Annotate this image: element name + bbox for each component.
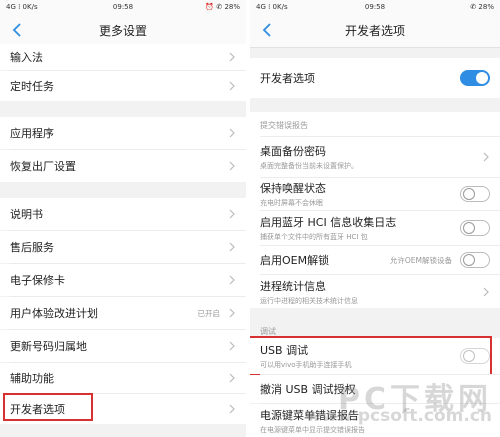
- status-time: 09:58: [112, 2, 134, 11]
- settings-item-manual[interactable]: 说明书: [0, 198, 246, 230]
- watermark-url: www.pcsoft.com.cn: [305, 406, 492, 426]
- chevron-right-icon: [228, 80, 236, 92]
- status-signal: 4G ⁞ 0K/s: [6, 2, 38, 11]
- oem-unlock-toggle[interactable]: [460, 252, 490, 268]
- chevron-right-icon: [228, 160, 236, 172]
- item-label: 辅助功能: [10, 372, 54, 385]
- item-status: 已开启: [197, 308, 221, 318]
- item-label: USB 调试: [260, 344, 309, 357]
- chevron-left-icon: [12, 23, 21, 37]
- settings-item-accessibility[interactable]: 辅助功能: [0, 363, 246, 393]
- title-bar: 更多设置: [0, 13, 246, 48]
- toggle-knob: [476, 72, 488, 84]
- toggle-knob: [463, 254, 475, 266]
- chevron-right-icon: [228, 241, 236, 253]
- item-subtitle: 充电时屏幕不会休眠: [260, 199, 323, 207]
- item-label: 用户体验改进计划: [10, 307, 98, 320]
- chevron-right-icon: [228, 127, 236, 139]
- chevron-left-icon: [262, 23, 271, 37]
- settings-item-factory-reset[interactable]: 恢复出厂设置: [0, 150, 246, 182]
- chevron-right-icon: [228, 274, 236, 286]
- status-time: 09:58: [364, 2, 386, 11]
- item-label: 开发者选项: [10, 403, 65, 416]
- chevron-right-icon: [228, 340, 236, 352]
- status-bar: 4G ⁞ 0K/s 09:58 ⏰ ✆ 28%: [0, 0, 246, 13]
- settings-item-ux-program[interactable]: 用户体验改进计划 已开启: [0, 297, 246, 329]
- settings-item-backup-password[interactable]: 桌面备份密码 桌面完整备份当前未设置保护。: [250, 137, 500, 177]
- item-label: 启用OEM解锁: [260, 254, 330, 267]
- settings-item-input-method[interactable]: 输入法: [0, 44, 246, 70]
- item-label: 开发者选项: [260, 72, 315, 85]
- settings-item-number-location[interactable]: 更新号码归属地: [0, 330, 246, 362]
- toggle-knob: [463, 188, 475, 200]
- item-label: 电子保修卡: [10, 274, 65, 287]
- chevron-right-icon: [228, 307, 236, 319]
- item-label: 桌面备份密码: [260, 145, 326, 158]
- item-label: 更新号码归属地: [10, 340, 87, 353]
- item-label: 说明书: [10, 208, 43, 221]
- back-button[interactable]: [8, 21, 26, 39]
- developer-options-screen: 4G ⁞ 0K/s 09:58 ✆ 28% 开发者选项 开发者选项 提交错误报告…: [250, 0, 500, 437]
- item-label: 定时任务: [10, 80, 54, 93]
- title-bar: 开发者选项: [250, 13, 500, 48]
- chevron-right-icon: [228, 372, 236, 384]
- settings-item-oem-unlock[interactable]: 启用OEM解锁 允许OEM解锁设备: [250, 246, 500, 274]
- settings-item-usb-debugging[interactable]: USB 调试 可以用vivo手机助手连接手机: [250, 338, 500, 374]
- item-label: 进程统计信息: [260, 280, 326, 293]
- settings-item-warranty-card[interactable]: 电子保修卡: [0, 264, 246, 296]
- debug-section-label: 调试: [260, 327, 276, 336]
- toggle-knob: [463, 350, 475, 362]
- item-subtitle: 捕获单个文件中的所有蓝牙 HCI 包: [260, 233, 368, 241]
- item-label: 启用蓝牙 HCI 信息收集日志: [260, 216, 397, 229]
- chevron-right-icon: [228, 208, 236, 220]
- item-label: 应用程序: [10, 127, 54, 140]
- developer-options-toggle[interactable]: [460, 70, 490, 86]
- status-bar: 4G ⁞ 0K/s 09:58 ✆ 28%: [250, 0, 500, 13]
- item-description: 允许OEM解锁设备: [389, 255, 452, 265]
- page-title: 更多设置: [98, 23, 147, 38]
- chevron-right-icon: [228, 403, 236, 415]
- item-subtitle: 桌面完整备份当前未设置保护。: [260, 162, 358, 170]
- settings-item-timed-tasks[interactable]: 定时任务: [0, 71, 246, 101]
- status-battery: ⏰ ✆ 28%: [205, 2, 240, 11]
- usb-debugging-toggle[interactable]: [460, 348, 490, 364]
- item-subtitle: 运行中进程的相关技术统计信息: [260, 297, 358, 305]
- developer-options-master-row[interactable]: 开发者选项: [250, 58, 500, 98]
- status-signal: 4G ⁞ 0K/s: [256, 2, 288, 11]
- settings-item-apps[interactable]: 应用程序: [0, 117, 246, 149]
- page-title: 开发者选项: [344, 23, 405, 38]
- back-button[interactable]: [258, 21, 276, 39]
- settings-item-developer-options[interactable]: 开发者选项: [0, 394, 246, 424]
- bug-report-label[interactable]: 提交错误报告: [260, 120, 308, 131]
- item-subtitle: 在电源键菜单中显示提交错误报告: [260, 425, 365, 434]
- chevron-right-icon: [482, 286, 490, 298]
- more-settings-screen: 4G ⁞ 0K/s 09:58 ⏰ ✆ 28% 更多设置 输入法 定时任务 应用…: [0, 0, 246, 437]
- item-label: 保持唤醒状态: [260, 182, 326, 195]
- bluetooth-hci-log-toggle[interactable]: [460, 220, 490, 236]
- item-label: 输入法: [10, 51, 43, 64]
- settings-item-process-stats[interactable]: 进程统计信息 运行中进程的相关技术统计信息: [250, 275, 500, 309]
- status-battery: ✆ 28%: [470, 2, 494, 11]
- item-subtitle: 可以用vivo手机助手连接手机: [260, 361, 352, 369]
- chevron-right-icon: [228, 51, 236, 63]
- chevron-right-icon: [482, 151, 490, 163]
- settings-item-bluetooth-hci-log[interactable]: 启用蓝牙 HCI 信息收集日志 捕获单个文件中的所有蓝牙 HCI 包: [250, 211, 500, 245]
- item-label: 恢复出厂设置: [10, 160, 76, 173]
- settings-item-stay-awake[interactable]: 保持唤醒状态 充电时屏幕不会休眠: [250, 178, 500, 210]
- settings-item-after-sales[interactable]: 售后服务: [0, 231, 246, 263]
- toggle-knob: [463, 222, 475, 234]
- stay-awake-toggle[interactable]: [460, 186, 490, 202]
- item-label: 售后服务: [10, 241, 54, 254]
